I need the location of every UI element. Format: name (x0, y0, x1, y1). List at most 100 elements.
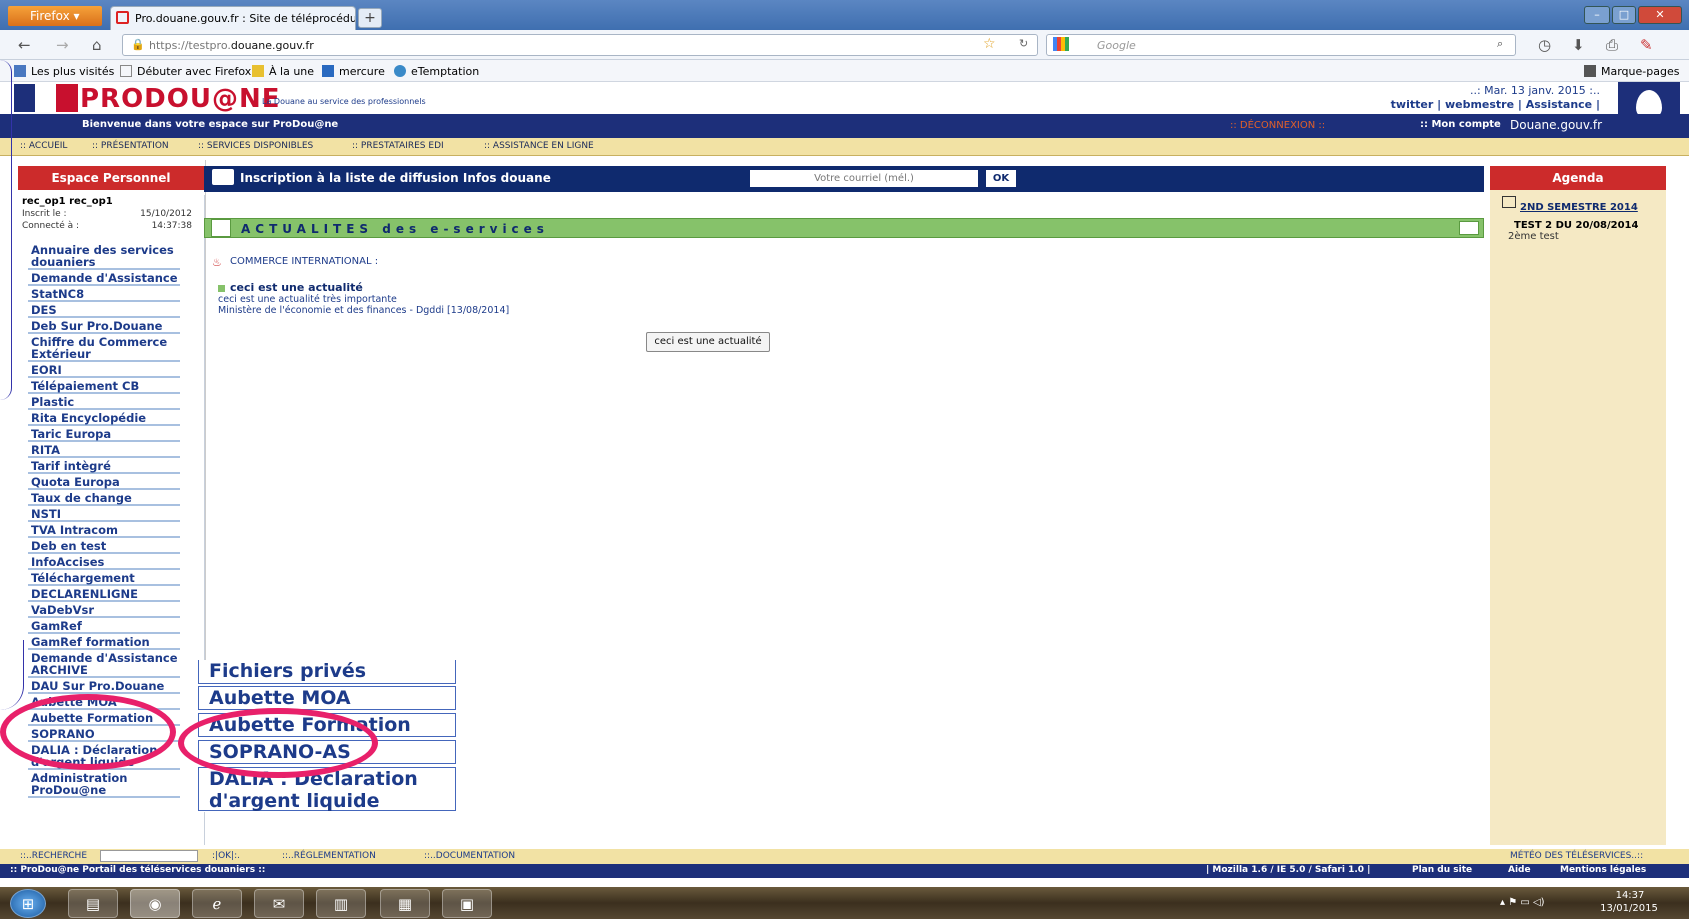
douane-site-link[interactable]: Douane.gouv.fr (1510, 118, 1602, 132)
menu-item[interactable]: Tarif intègré (28, 460, 180, 474)
welcome-bar: Bienvenue dans votre espace sur ProDou@n… (0, 114, 1689, 138)
reload-icon[interactable]: ↻ (1019, 37, 1028, 50)
news-description: ceci est une actualité très importante (218, 294, 397, 305)
news-button[interactable]: ceci est une actualité (646, 332, 770, 352)
menu-item[interactable]: NSTI (28, 508, 180, 522)
print-icon[interactable]: ⎙ (1606, 36, 1618, 54)
highlight-oval-left (0, 694, 176, 770)
menu-item[interactable]: Demande d'Assistance ARCHIVE (28, 652, 180, 678)
menu-item[interactable]: Taux de change (28, 492, 180, 506)
menu-item[interactable]: DECLARENLIGNE (28, 588, 180, 602)
docs-icon[interactable]: ▥ (316, 889, 366, 918)
notepad-icon[interactable]: ▣ (442, 889, 492, 918)
nav-services[interactable]: :: SERVICES DISPONIBLES (198, 141, 313, 151)
footer-bar: ::..RECHERCHE :|OK|:. ::..RÉGLEMENTATION… (0, 849, 1689, 864)
prodouane-logo[interactable]: PRODOU@NE (80, 84, 281, 114)
search-icon[interactable]: ⌕ (1497, 37, 1503, 51)
newsletter-ok-button[interactable]: OK (986, 170, 1016, 187)
email-input[interactable]: Votre courriel (mél.) (750, 170, 978, 187)
highlight-oval-right (178, 708, 378, 778)
bookmark-a-la-une[interactable]: À la une (252, 65, 314, 78)
menu-item[interactable]: Rita Encyclopédie (28, 412, 180, 426)
agenda-period-link[interactable]: 2ND SEMESTRE 2014 (1520, 202, 1638, 213)
menu-item[interactable]: InfoAccises (28, 556, 180, 570)
footer-search-input[interactable] (100, 850, 198, 862)
menu-item[interactable]: Téléchargement (28, 572, 180, 586)
zoom-item-aubette-moa[interactable]: Aubette MOA (198, 686, 456, 710)
minimize-icon[interactable]: – (1584, 6, 1610, 24)
menu-item[interactable]: Plastic (28, 396, 180, 410)
header-links[interactable]: twitter | webmestre | Assistance | (1360, 98, 1600, 112)
menu-item[interactable]: Quota Europa (28, 476, 180, 490)
tray-icons[interactable]: ▴ ⚑ ▭ ◁) (1500, 897, 1545, 908)
url-prefix: https://testpro. (149, 39, 231, 52)
folder-icon[interactable]: ▦ (380, 889, 430, 918)
nav-presentation[interactable]: :: PRÉSENTATION (92, 141, 169, 151)
nav-assistance[interactable]: :: ASSISTANCE EN LIGNE (484, 141, 594, 151)
browser-tab[interactable]: Pro.douane.gouv.fr : Site de téléprocédu… (110, 6, 356, 30)
footer-plan-link[interactable]: Plan du site (1412, 865, 1472, 875)
navigation-toolbar: ← → ⌂ https://testpro.douane.gouv.fr 🔒 ☆… (0, 30, 1689, 60)
menu-item[interactable]: Annuaire des services douaniers (28, 244, 180, 270)
menu-item[interactable]: EORI (28, 364, 180, 378)
ie-icon[interactable]: ℯ (192, 889, 242, 918)
download-icon[interactable]: ⬇ (1572, 36, 1585, 54)
menu-item[interactable]: GamRef formation (28, 636, 180, 650)
search-input[interactable]: Google ⌕ (1046, 34, 1516, 56)
bookmark-most-visited[interactable]: Les plus visités (14, 65, 114, 78)
bookmark-getting-started[interactable]: Débuter avec Firefox (120, 65, 251, 78)
back-icon[interactable]: ← (18, 36, 31, 54)
thunderbird-icon[interactable]: ✉ (254, 889, 304, 918)
footer-mentions-link[interactable]: Mentions légales (1560, 865, 1646, 875)
menu-item[interactable]: Demande d'Assistance (28, 272, 180, 286)
home-icon[interactable]: ⌂ (92, 36, 102, 54)
expand-icon[interactable] (1459, 221, 1479, 235)
addon-icon[interactable]: ✎ (1640, 36, 1653, 54)
bookmark-star-icon[interactable]: ☆ (983, 36, 996, 52)
menu-item[interactable]: Administration ProDou@ne (28, 772, 180, 798)
tray-date[interactable]: 13/01/2015 (1596, 903, 1662, 914)
menu-item[interactable]: Deb Sur Pro.Douane (28, 320, 180, 334)
bookmark-mercure[interactable]: mercure (322, 65, 385, 78)
menu-item[interactable]: Taric Europa (28, 428, 180, 442)
address-bar[interactable]: https://testpro.douane.gouv.fr 🔒 ☆ ↻ (122, 34, 1038, 56)
new-tab-button[interactable]: + (358, 8, 382, 28)
nav-prestataires[interactable]: :: PRESTATAIRES EDI (352, 141, 444, 151)
maximize-icon[interactable]: □ (1612, 6, 1636, 24)
footer-documentation-link[interactable]: ::..DOCUMENTATION (424, 851, 515, 861)
menu-item[interactable]: Télépaiement CB (28, 380, 180, 394)
nav-accueil[interactable]: :: ACCUEIL (20, 141, 67, 151)
news-title-link[interactable]: ceci est une actualité (230, 281, 363, 294)
logout-link[interactable]: :: DÉCONNEXION :: (1230, 120, 1325, 131)
footer-meteo-link[interactable]: MÉTÉO DES TÉLÉSERVICES..:: (1510, 851, 1643, 861)
history-icon[interactable]: ◷ (1538, 36, 1551, 54)
menu-item[interactable]: RITA (28, 444, 180, 458)
tray-time[interactable]: 14:37 (1600, 890, 1660, 901)
firefox-menu-button[interactable]: Firefox ▾ (8, 6, 102, 26)
menu-item[interactable]: Deb en test (28, 540, 180, 554)
footer-ok-button[interactable]: :|OK|:. (212, 851, 240, 861)
footer-aide-link[interactable]: Aide (1508, 865, 1531, 875)
footer-search-label: ::..RECHERCHE (20, 851, 88, 861)
menu-item[interactable]: VaDebVsr (28, 604, 180, 618)
my-account-link[interactable]: :: Mon compte (1420, 119, 1501, 130)
forward-icon[interactable]: → (56, 36, 69, 54)
explorer-icon[interactable]: ▤ (68, 889, 118, 918)
close-icon[interactable]: ✕ (1638, 6, 1682, 24)
agenda-event-title[interactable]: TEST 2 DU 20/08/2014 (1514, 220, 1638, 231)
menu-item[interactable]: StatNC8 (28, 288, 180, 302)
footer-reglementation-link[interactable]: ::..RÉGLEMENTATION (282, 851, 376, 861)
menu-item[interactable]: Chiffre du Commerce Extérieur (28, 336, 180, 362)
bookmarks-menu[interactable]: Marque-pages (1584, 65, 1679, 78)
firefox-taskbar-icon[interactable]: ◉ (130, 889, 180, 918)
menu-item[interactable]: DAU Sur Pro.Douane (28, 680, 180, 694)
zoom-item-fichiers[interactable]: Fichiers privés (198, 660, 456, 684)
menu-item[interactable]: TVA Intracom (28, 524, 180, 538)
header-date-links: ..: Mar. 13 janv. 2015 :.. twitter | web… (1360, 84, 1600, 112)
bookmark-etemptation[interactable]: eTemptation (394, 65, 479, 78)
callout-line (0, 60, 12, 400)
bookmarks-toolbar: Les plus visités Débuter avec Firefox À … (0, 60, 1689, 82)
start-button-icon[interactable]: ⊞ (10, 889, 46, 918)
menu-item[interactable]: DES (28, 304, 180, 318)
menu-item[interactable]: GamRef (28, 620, 180, 634)
